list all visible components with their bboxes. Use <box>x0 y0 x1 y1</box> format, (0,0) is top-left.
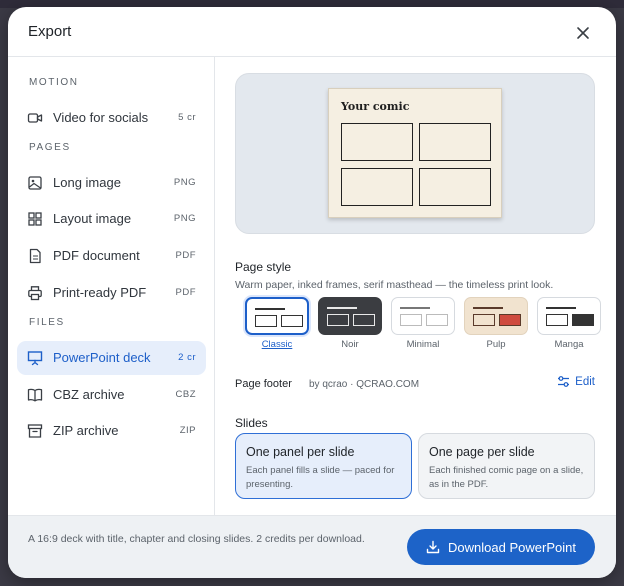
sidebar-item-tag: 5 cr <box>178 112 196 123</box>
slides-option-panel-per-slide[interactable]: One panel per slide Each panel fills a s… <box>235 433 412 499</box>
close-icon <box>577 27 589 39</box>
book-icon <box>27 388 43 402</box>
dialog-title: Export <box>28 23 72 40</box>
page-footer-value: by qcrao · QCRAO.COM <box>309 379 420 390</box>
export-note: A 16:9 deck with title, chapter and clos… <box>28 533 365 545</box>
sidebar-item-tag: ZIP <box>179 425 196 436</box>
section-label-files: FILES <box>29 317 65 328</box>
sidebar-item-tag: CBZ <box>175 389 196 400</box>
page-style-title: Page style <box>235 260 292 274</box>
presentation-icon <box>27 351 43 366</box>
sliders-icon <box>558 376 570 387</box>
sidebar-item-zip-archive[interactable]: ZIP archive ZIP <box>17 414 206 448</box>
document-icon <box>29 248 41 264</box>
sidebar-item-long-image[interactable]: Long image PNG <box>17 166 206 200</box>
style-option-classic[interactable]: Classic <box>245 297 309 350</box>
sidebar-item-video[interactable]: Video for socials 5 cr <box>17 101 206 135</box>
sidebar-item-layout-image[interactable]: Layout image PNG <box>17 202 206 236</box>
section-label-motion: MOTION <box>29 77 79 88</box>
style-thumb-manga <box>537 297 601 335</box>
slides-option-title: One page per slide <box>429 445 535 459</box>
grid-icon <box>28 212 42 226</box>
preview-panel <box>419 168 491 206</box>
export-dialog: Export MOTION Video for socials 5 cr PAG… <box>8 7 616 578</box>
download-powerpoint-button[interactable]: Download PowerPoint <box>407 529 595 565</box>
preview-panel <box>341 168 413 206</box>
deck-preview: Your comic <box>235 73 595 234</box>
sidebar-item-label: CBZ archive <box>53 387 125 402</box>
page-footer-row: Page footer by qcrao · QCRAO.COM Edit <box>235 375 595 395</box>
download-button-label: Download PowerPoint <box>448 539 576 555</box>
dialog-footer: A 16:9 deck with title, chapter and clos… <box>8 515 616 578</box>
style-option-label: Pulp <box>486 339 506 350</box>
edit-footer-button[interactable]: Edit <box>557 375 595 388</box>
style-thumb-pulp <box>464 297 528 335</box>
page-style-description: Warm paper, inked frames, serif masthead… <box>235 279 554 291</box>
style-option-label: Noir <box>341 339 359 350</box>
sidebar-item-powerpoint-deck[interactable]: PowerPoint deck 2 cr <box>17 341 206 375</box>
style-option-label: Classic <box>261 339 293 350</box>
sidebar-item-print-ready-pdf[interactable]: Print-ready PDF PDF <box>17 276 206 310</box>
slides-title: Slides <box>235 416 268 430</box>
style-option-label: Manga <box>554 339 584 350</box>
sidebar-item-tag: PDF <box>175 287 196 298</box>
sidebar-item-label: PDF document <box>53 248 140 263</box>
style-option-manga[interactable]: Manga <box>537 297 601 350</box>
printer-icon <box>28 286 42 301</box>
sidebar-item-label: Print-ready PDF <box>53 285 147 300</box>
style-option-label: Minimal <box>406 339 440 350</box>
slides-option-title: One panel per slide <box>246 445 355 459</box>
preview-page: Your comic <box>328 88 502 218</box>
style-thumb-classic <box>245 297 309 335</box>
section-label-pages: PAGES <box>29 142 71 153</box>
sidebar-item-tag: 2 cr <box>178 352 196 363</box>
sidebar-item-label: Layout image <box>53 211 132 226</box>
style-thumb-noir <box>318 297 382 335</box>
dialog-header: Export <box>8 7 616 57</box>
style-thumb-minimal <box>391 297 455 335</box>
slides-option-page-per-slide[interactable]: One page per slide Each finished comic p… <box>418 433 595 499</box>
slides-option-description: Each panel fills a slide — paced for pre… <box>246 465 395 490</box>
edit-footer-label: Edit <box>575 375 595 388</box>
sidebar-item-tag: PNG <box>173 213 196 224</box>
sidebar-item-pdf-document[interactable]: PDF document PDF <box>17 239 206 273</box>
page-footer-title: Page footer <box>235 378 292 390</box>
download-icon <box>426 540 440 554</box>
sidebar-item-tag: PDF <box>175 250 196 261</box>
video-icon <box>27 113 43 123</box>
sidebar-item-label: Video for socials <box>53 110 149 125</box>
export-main: Your comic Page style Warm paper, inked … <box>216 57 616 515</box>
close-button[interactable] <box>572 22 594 44</box>
sidebar-item-cbz-archive[interactable]: CBZ archive CBZ <box>17 378 206 412</box>
slides-option-description: Each finished comic page on a slide, as … <box>429 465 584 490</box>
style-option-pulp[interactable]: Pulp <box>464 297 528 350</box>
style-option-noir[interactable]: Noir <box>318 297 382 350</box>
export-sidebar: MOTION Video for socials 5 cr PAGES Long… <box>8 57 215 515</box>
sidebar-item-tag: PNG <box>173 177 196 188</box>
sidebar-item-label: Long image <box>53 175 121 190</box>
sidebar-item-label: ZIP archive <box>53 423 119 438</box>
style-option-minimal[interactable]: Minimal <box>391 297 455 350</box>
sidebar-item-label: PowerPoint deck <box>53 350 151 365</box>
preview-masthead: Your comic <box>341 100 410 113</box>
preview-panel <box>419 123 491 161</box>
preview-panel <box>341 123 413 161</box>
image-icon <box>28 176 42 190</box>
archive-icon <box>27 424 43 438</box>
